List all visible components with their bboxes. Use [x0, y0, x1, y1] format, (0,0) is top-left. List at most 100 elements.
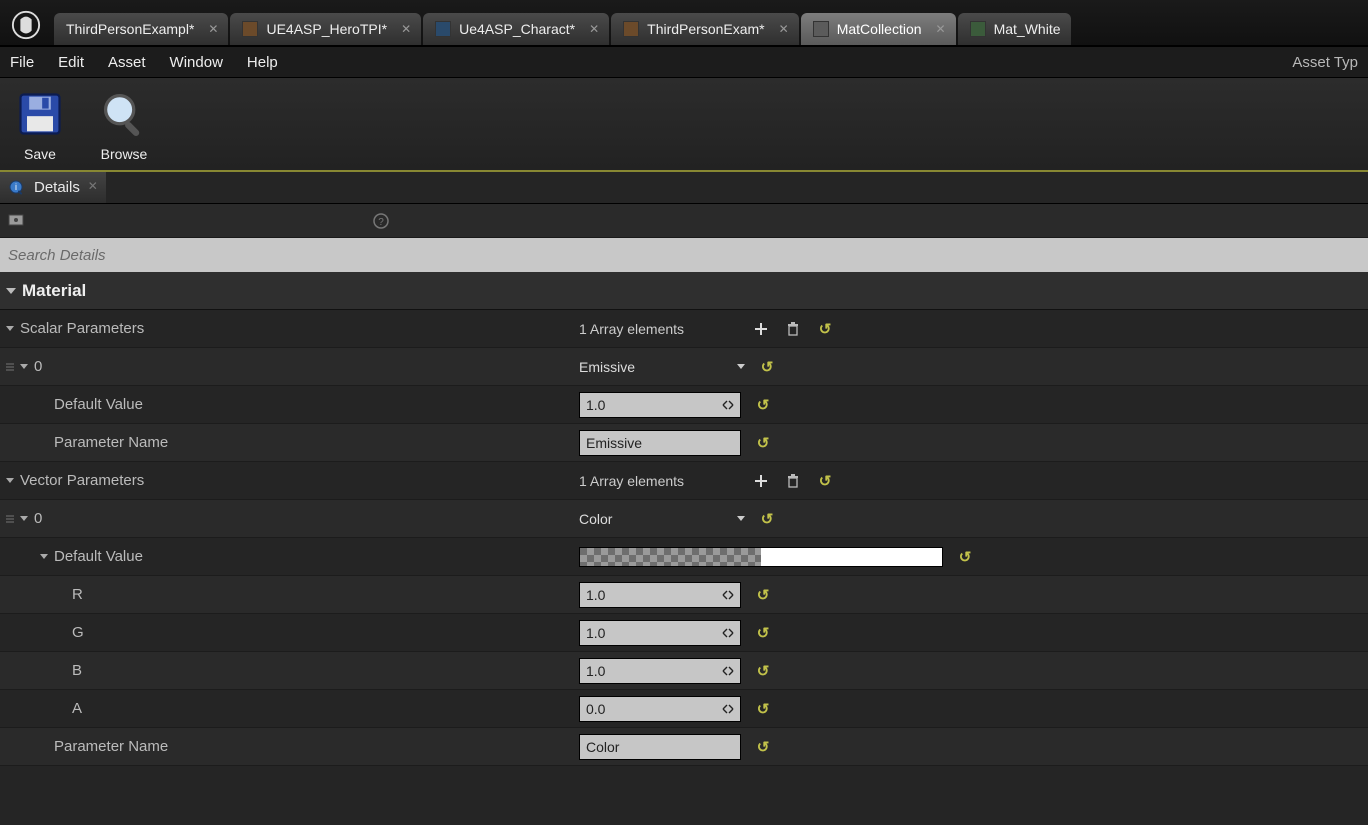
input-value: 1.0 [586, 397, 605, 413]
menu-help[interactable]: Help [247, 54, 278, 71]
color-swatch[interactable] [579, 547, 943, 567]
tab-mat-white[interactable]: Mat_White [958, 13, 1071, 45]
tab-ue4asp-character[interactable]: Ue4ASP_Charact* ✕ [423, 13, 609, 45]
row-vector-r: R 1.0 ↺ [0, 576, 1368, 614]
scalar-parameters-label: Scalar Parameters [20, 320, 144, 337]
expand-arrow-icon[interactable] [6, 478, 14, 483]
category-material[interactable]: Material [0, 272, 1368, 310]
tab-thirdpersonexample[interactable]: ThirdPersonExampl* ✕ [54, 13, 228, 45]
channel-a-label: A [72, 700, 82, 717]
input-value: 0.0 [586, 701, 605, 717]
reset-button[interactable]: ↺ [757, 357, 777, 377]
reset-button[interactable]: ↺ [753, 433, 773, 453]
details-label: Details [34, 179, 80, 196]
expand-arrow-icon[interactable] [20, 516, 28, 521]
tab-label: ThirdPersonExampl* [66, 21, 194, 37]
menu-bar: File Edit Asset Window Help Asset Typ [0, 46, 1368, 78]
reset-button[interactable]: ↺ [753, 585, 773, 605]
add-element-button[interactable] [751, 319, 771, 339]
parameter-name-input[interactable]: Color [579, 734, 741, 760]
reset-button[interactable]: ↺ [753, 623, 773, 643]
expand-arrow-icon[interactable] [40, 554, 48, 559]
row-vector-a: A 0.0 ↺ [0, 690, 1368, 728]
row-vector-g: G 1.0 ↺ [0, 614, 1368, 652]
asset-icon [242, 21, 258, 37]
drag-handle-icon[interactable] [6, 515, 14, 523]
view-options-icon[interactable] [8, 212, 26, 230]
details-tab[interactable]: i Details ✕ [0, 172, 106, 203]
spinner-icon [722, 665, 734, 677]
asset-icon [435, 21, 451, 37]
default-value-input[interactable]: 1.0 [579, 392, 741, 418]
tab-label: MatCollection [837, 21, 922, 37]
save-button[interactable]: Save [12, 86, 68, 162]
svg-text:i: i [15, 182, 17, 192]
reset-button[interactable]: ↺ [815, 471, 835, 491]
channel-g-label: G [72, 624, 84, 641]
menu-edit[interactable]: Edit [58, 54, 84, 71]
browse-button[interactable]: Browse [96, 86, 152, 162]
reset-button[interactable]: ↺ [753, 737, 773, 757]
channel-g-input[interactable]: 1.0 [579, 620, 741, 646]
spinner-icon [722, 703, 734, 715]
ue-logo-icon [6, 5, 46, 45]
close-icon[interactable]: ✕ [936, 22, 946, 36]
input-value: 1.0 [586, 587, 605, 603]
channel-b-label: B [72, 662, 82, 679]
array-index-label: 0 [34, 510, 42, 527]
close-icon[interactable]: ✕ [208, 22, 218, 36]
channel-a-input[interactable]: 0.0 [579, 696, 741, 722]
menu-window[interactable]: Window [170, 54, 223, 71]
save-label: Save [24, 146, 56, 162]
help-icon[interactable]: ? [372, 212, 390, 230]
reset-button[interactable]: ↺ [753, 661, 773, 681]
tab-ue4asp-herotpi[interactable]: UE4ASP_HeroTPI* ✕ [230, 13, 421, 45]
color-preview [761, 547, 943, 567]
menu-file[interactable]: File [10, 54, 34, 71]
clear-array-button[interactable] [783, 319, 803, 339]
close-icon[interactable]: ✕ [88, 179, 98, 193]
browse-label: Browse [101, 146, 148, 162]
reset-button[interactable]: ↺ [753, 699, 773, 719]
save-icon [12, 86, 68, 142]
channel-r-input[interactable]: 1.0 [579, 582, 741, 608]
asset-icon [970, 21, 986, 37]
input-value: 1.0 [586, 663, 605, 679]
close-icon[interactable]: ✕ [401, 22, 411, 36]
toolbar: Save Browse [0, 78, 1368, 172]
property-area: Scalar Parameters 1 Array elements ↺ 0 E… [0, 310, 1368, 766]
spinner-icon [722, 589, 734, 601]
tab-label: UE4ASP_HeroTPI* [266, 21, 387, 37]
menu-asset[interactable]: Asset [108, 54, 146, 71]
parameter-name-input[interactable]: Emissive [579, 430, 741, 456]
reset-button[interactable]: ↺ [815, 319, 835, 339]
close-icon[interactable]: ✕ [779, 22, 789, 36]
channel-b-input[interactable]: 1.0 [579, 658, 741, 684]
search-input[interactable] [8, 247, 1360, 264]
drag-handle-icon[interactable] [6, 363, 14, 371]
expand-arrow-icon[interactable] [6, 326, 14, 331]
row-scalar-parameters: Scalar Parameters 1 Array elements ↺ [0, 310, 1368, 348]
tab-thirdpersonexam[interactable]: ThirdPersonExam* ✕ [611, 13, 799, 45]
reset-button[interactable]: ↺ [955, 547, 975, 567]
array-count-label: 1 Array elements [579, 321, 739, 337]
struct-dropdown[interactable]: Color [579, 511, 745, 527]
reset-button[interactable]: ↺ [753, 395, 773, 415]
parameter-name-label: Parameter Name [54, 738, 168, 755]
chevron-down-icon [737, 516, 745, 521]
row-vector-param-name: Parameter Name Color ↺ [0, 728, 1368, 766]
alpha-checker-icon [579, 547, 761, 567]
expand-arrow-icon[interactable] [20, 364, 28, 369]
add-element-button[interactable] [751, 471, 771, 491]
asset-type-label: Asset Typ [1292, 54, 1358, 71]
close-icon[interactable]: ✕ [589, 22, 599, 36]
category-label: Material [22, 281, 86, 301]
clear-array-button[interactable] [783, 471, 803, 491]
info-icon: i [8, 179, 26, 197]
struct-dropdown[interactable]: Emissive [579, 359, 745, 375]
details-filter-row: ? [0, 204, 1368, 238]
tab-matcollection[interactable]: MatCollection ✕ [801, 13, 956, 45]
row-scalar-param-name: Parameter Name Emissive ↺ [0, 424, 1368, 462]
browse-icon [96, 86, 152, 142]
reset-button[interactable]: ↺ [757, 509, 777, 529]
